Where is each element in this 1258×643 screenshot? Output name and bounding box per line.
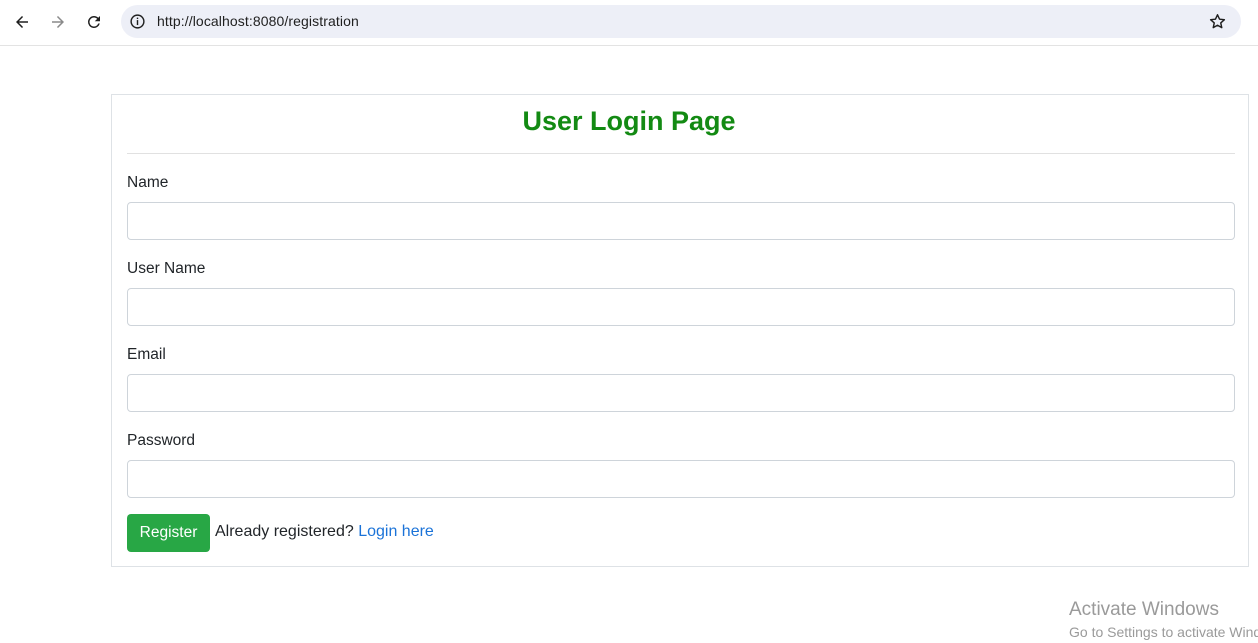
register-button[interactable]: Register	[127, 514, 210, 552]
login-prompt: Already registered? Login here	[215, 521, 434, 543]
forward-button[interactable]	[43, 7, 73, 37]
windows-activation-watermark: Activate Windows Go to Settings to activ…	[1069, 598, 1258, 642]
username-label: User Name	[127, 260, 206, 277]
password-input[interactable]	[127, 460, 1235, 498]
watermark-title: Activate Windows	[1069, 599, 1219, 620]
login-link[interactable]: Login here	[358, 523, 434, 540]
already-registered-text: Already registered?	[215, 523, 354, 540]
arrow-right-icon	[52, 16, 64, 28]
username-input[interactable]	[127, 288, 1235, 326]
back-button[interactable]	[7, 7, 37, 37]
star-icon[interactable]	[1208, 12, 1227, 31]
url-text[interactable]: http://localhost:8080/registration	[157, 5, 359, 38]
info-icon[interactable]	[129, 13, 146, 30]
watermark-subtitle: Go to Settings to activate Windows.	[1069, 624, 1258, 640]
email-label: Email	[127, 346, 166, 363]
address-bar[interactable]: http://localhost:8080/registration	[121, 5, 1241, 38]
email-input[interactable]	[127, 374, 1235, 412]
name-label: Name	[127, 174, 169, 191]
arrow-left-icon	[16, 16, 28, 28]
page-title: User Login Page	[522, 106, 736, 136]
title-divider	[127, 153, 1235, 154]
name-input[interactable]	[127, 202, 1235, 240]
browser-toolbar: http://localhost:8080/registration	[0, 0, 1258, 46]
reload-button[interactable]	[79, 7, 109, 37]
reload-icon	[87, 15, 100, 28]
password-label: Password	[127, 432, 196, 449]
